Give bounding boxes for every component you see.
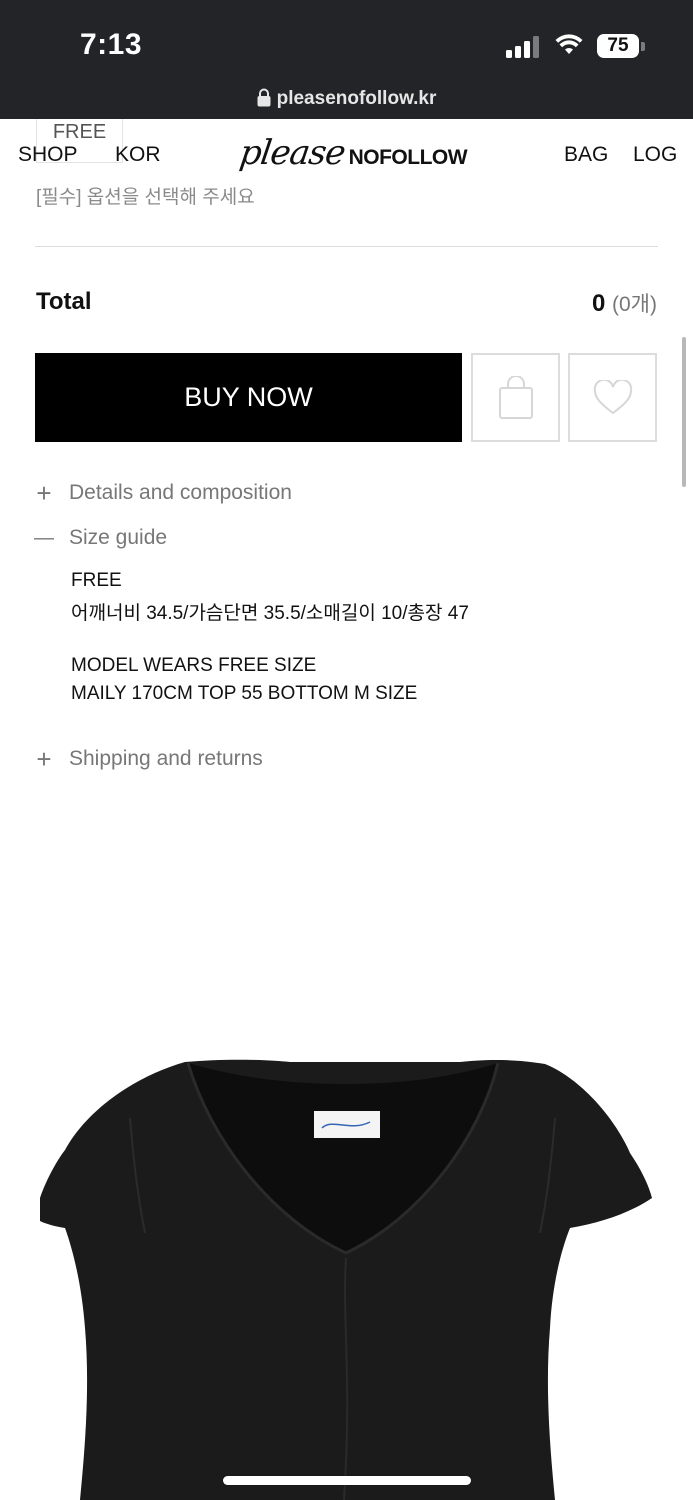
status-time: 7:13 [80,28,143,61]
cellular-signal-icon [506,36,539,58]
logo-block-text: NOFOLLOW [348,146,468,169]
wishlist-button[interactable] [568,353,657,442]
plus-icon: + [36,478,52,508]
accordion-label: Size guide [69,526,168,549]
total-value: 0 (0개) [592,288,657,318]
accordion-shipping[interactable]: + Shipping and returns [34,744,263,774]
browser-chrome: 7:13 75 pleasenofollow.kr [0,0,693,119]
nav-log[interactable]: LOG [633,143,677,167]
buy-now-button[interactable]: BUY NOW [35,353,462,442]
site-header: FREE SHOP KOR please NOFOLLOW BAG LOG [0,119,693,179]
scrollbar[interactable] [682,337,686,487]
divider [35,246,658,247]
accordion-label: Shipping and returns [69,747,263,770]
size-guide-line: MODEL WEARS FREE SIZE [71,655,317,676]
accordion-size-guide[interactable]: — Size guide [34,526,167,550]
total-label: Total [36,288,92,315]
product-image[interactable] [40,1058,652,1500]
nav-kor[interactable]: KOR [115,143,161,167]
option-select-hint[interactable]: [필수] 옵션을 선택해 주세요 [36,182,255,209]
total-amount: 0 [591,290,606,317]
wifi-icon [555,34,583,54]
accordion-details[interactable]: + Details and composition [34,478,292,508]
url-text: pleasenofollow.kr [276,88,437,109]
logo-script-text: please [237,133,348,173]
add-to-bag-button[interactable] [471,353,560,442]
size-guide-line: MAILY 170CM TOP 55 BOTTOM M SIZE [71,683,418,704]
size-guide-line: 어깨너비 34.5/가슴단면 35.5/소매길이 10/총장 47 [71,603,469,624]
site-logo[interactable]: please NOFOLLOW [237,133,468,173]
lock-icon [257,88,271,107]
home-indicator[interactable] [223,1476,471,1485]
battery-level: 75 [597,34,639,58]
heart-icon [593,379,632,414]
shopping-bag-icon [498,375,533,419]
accordion-label: Details and composition [69,481,292,504]
battery-cap [641,42,645,51]
plus-icon: + [36,744,52,774]
total-count: (0개) [612,293,657,316]
address-bar[interactable]: pleasenofollow.kr [0,88,693,110]
minus-icon: — [34,527,54,549]
nav-bag[interactable]: BAG [564,143,608,167]
nav-shop[interactable]: SHOP [18,143,78,167]
size-guide-line: FREE [71,570,122,591]
